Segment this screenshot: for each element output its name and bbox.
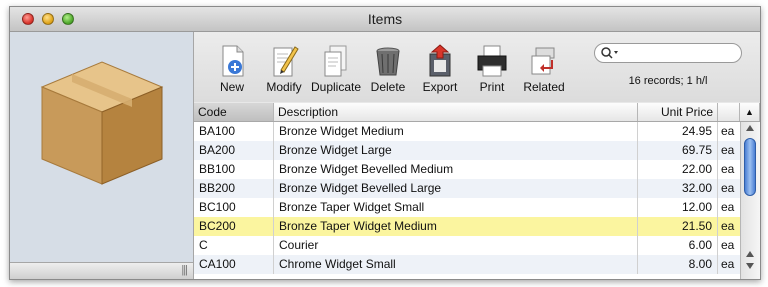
scroll-down-arrow-icon[interactable] (746, 263, 754, 269)
column-header-unit-price[interactable]: Unit Price (638, 103, 718, 121)
scroll-top-arrow-icon[interactable] (746, 125, 754, 131)
cell-price: 21.50 (638, 217, 718, 236)
resize-grip-icon[interactable]: ||| (181, 264, 188, 276)
vertical-scrollbar[interactable] (740, 122, 760, 279)
cell-code: BB100 (194, 160, 274, 179)
related-icon (531, 47, 555, 75)
box-icon (40, 61, 164, 185)
cell-price: 32.00 (638, 179, 718, 198)
print-icon (477, 45, 507, 77)
cell-unit: ea (721, 257, 735, 271)
column-header-unit[interactable] (718, 103, 740, 121)
cell-code: C (194, 236, 274, 255)
cell-unit: ea (721, 238, 735, 252)
new-button[interactable]: New (202, 44, 262, 94)
cell-code: BB200 (194, 179, 274, 198)
print-button[interactable]: Print (462, 44, 522, 94)
cell-code: BA100 (194, 122, 274, 141)
cell-unit: ea (721, 143, 735, 157)
duplicate-icon (324, 45, 347, 77)
cell-unit: ea (721, 181, 735, 195)
records-status: 16 records; 1 h/l (628, 75, 708, 87)
cell-description: Chrome Widget Small (274, 255, 638, 274)
modify-icon (273, 46, 299, 77)
related-button[interactable]: Related (514, 44, 574, 94)
cell-description: Bronze Taper Widget Medium (274, 217, 638, 236)
cell-code: CA100 (194, 255, 274, 274)
modify-label: Modify (266, 80, 302, 94)
cell-unit: ea (721, 219, 735, 233)
scroll-up-arrow-icon[interactable] (746, 251, 754, 257)
cell-unit: ea (721, 124, 735, 138)
cell-price: 22.00 (638, 160, 718, 179)
title-bar[interactable]: Items (10, 7, 760, 32)
cell-code: BC100 (194, 198, 274, 217)
cell-description: Bronze Widget Medium (274, 122, 638, 141)
column-header-code[interactable]: Code (194, 103, 274, 121)
delete-label: Delete (370, 80, 406, 94)
new-label: New (219, 80, 244, 94)
cell-price: 6.00 (638, 236, 718, 255)
table-row[interactable]: BA100 Bronze Widget Medium 24.95 ea (194, 122, 740, 141)
items-table: Code Description Unit Price ▲ BA100 Bron… (194, 103, 760, 279)
duplicate-label: Duplicate (310, 80, 362, 94)
new-icon (222, 45, 244, 77)
cell-price: 24.95 (638, 122, 718, 141)
table-row[interactable]: C Courier 6.00 ea (194, 236, 740, 255)
table-row[interactable]: BC100 Bronze Taper Widget Small 12.00 ea (194, 198, 740, 217)
delete-icon (376, 47, 400, 76)
cell-price: 69.75 (638, 141, 718, 160)
modify-button[interactable]: Modify (254, 44, 314, 94)
cell-description: Courier (274, 236, 638, 255)
cell-description: Bronze Widget Large (274, 141, 638, 160)
table-row-highlighted[interactable]: BC200 Bronze Taper Widget Medium 21.50 e… (194, 217, 740, 236)
table-row[interactable]: BB100 Bronze Widget Bevelled Medium 22.0… (194, 160, 740, 179)
table-row[interactable]: BA200 Bronze Widget Large 69.75 ea (194, 141, 740, 160)
table-row[interactable]: CA100 Chrome Widget Small 8.00 ea (194, 255, 740, 274)
cell-unit: ea (721, 200, 735, 214)
related-label: Related (523, 80, 565, 94)
print-label: Print (479, 80, 505, 94)
cell-description: Bronze Taper Widget Small (274, 198, 638, 217)
sidebar-footer: ||| (10, 262, 193, 279)
window-title: Items (367, 11, 403, 27)
duplicate-button[interactable]: Duplicate (306, 44, 366, 94)
table-body: BA100 Bronze Widget Medium 24.95 ea BA20… (194, 122, 740, 274)
items-window: Items ||| New Modify Duplicate Delete Ex… (9, 6, 761, 280)
cell-price: 12.00 (638, 198, 718, 217)
search-icon (601, 47, 618, 59)
sidebar: ||| (10, 32, 194, 279)
scroll-thumb[interactable] (744, 138, 756, 196)
cell-price: 8.00 (638, 255, 718, 274)
cell-unit: ea (721, 162, 735, 176)
delete-button[interactable]: Delete (358, 44, 418, 94)
table-row[interactable]: BB200 Bronze Widget Bevelled Large 32.00… (194, 179, 740, 198)
search-field[interactable] (594, 43, 742, 63)
sort-icon[interactable]: ▲ (740, 103, 760, 121)
table-header: Code Description Unit Price ▲ (194, 103, 760, 122)
cell-description: Bronze Widget Bevelled Large (274, 179, 638, 198)
cell-code: BC200 (194, 217, 274, 236)
column-header-description[interactable]: Description (274, 103, 638, 121)
export-label: Export (422, 80, 458, 94)
export-icon (429, 44, 451, 77)
cell-description: Bronze Widget Bevelled Medium (274, 160, 638, 179)
export-button[interactable]: Export (410, 44, 470, 94)
cell-code: BA200 (194, 141, 274, 160)
